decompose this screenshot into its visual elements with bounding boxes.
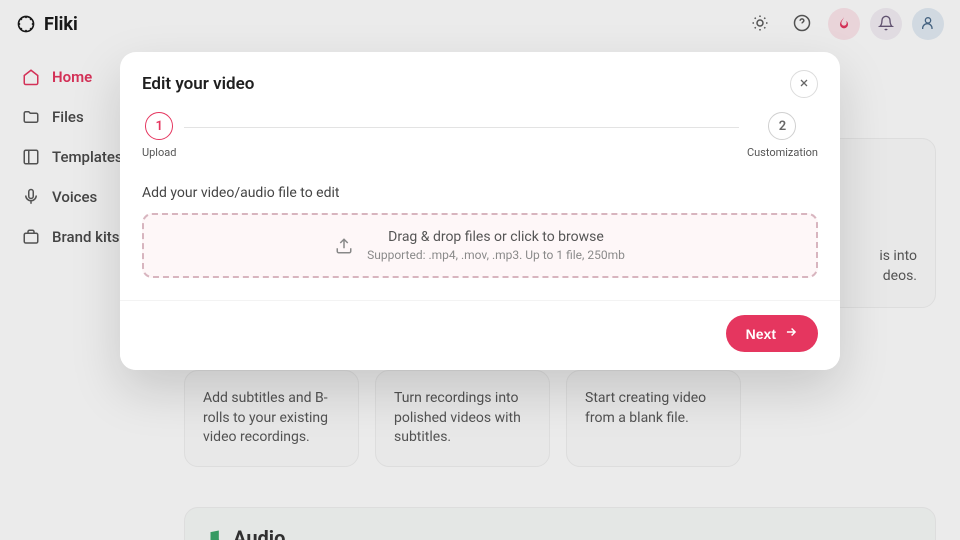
upload-prompt: Add your video/audio file to edit xyxy=(142,185,818,201)
step-customization: 2 Customization xyxy=(747,112,818,159)
step-label: Upload xyxy=(142,146,176,159)
arrow-right-icon xyxy=(784,325,798,342)
dropzone-text: Drag & drop files or click to browse Sup… xyxy=(367,229,625,262)
close-button[interactable] xyxy=(790,70,818,98)
next-button[interactable]: Next xyxy=(726,315,818,352)
dropzone-main-text: Drag & drop files or click to browse xyxy=(367,229,625,245)
step-number: 2 xyxy=(768,112,796,140)
step-number: 1 xyxy=(145,112,173,140)
file-dropzone[interactable]: Drag & drop files or click to browse Sup… xyxy=(142,213,818,278)
step-label: Customization xyxy=(747,146,818,159)
step-upload: 1 Upload xyxy=(142,112,176,159)
modal-overlay[interactable]: Edit your video 1 Upload 2 Customization… xyxy=(0,0,960,540)
next-button-label: Next xyxy=(746,326,776,342)
edit-video-modal: Edit your video 1 Upload 2 Customization… xyxy=(120,52,840,370)
modal-body: Add your video/audio file to edit Drag &… xyxy=(120,167,840,300)
modal-header: Edit your video xyxy=(120,52,840,112)
stepper: 1 Upload 2 Customization xyxy=(120,112,840,167)
dropzone-sub-text: Supported: .mp4, .mov, .mp3. Up to 1 fil… xyxy=(367,248,625,262)
modal-footer: Next xyxy=(120,300,840,370)
step-connector xyxy=(184,127,738,128)
modal-title: Edit your video xyxy=(142,74,254,94)
upload-icon xyxy=(335,237,353,255)
close-icon xyxy=(798,77,810,92)
